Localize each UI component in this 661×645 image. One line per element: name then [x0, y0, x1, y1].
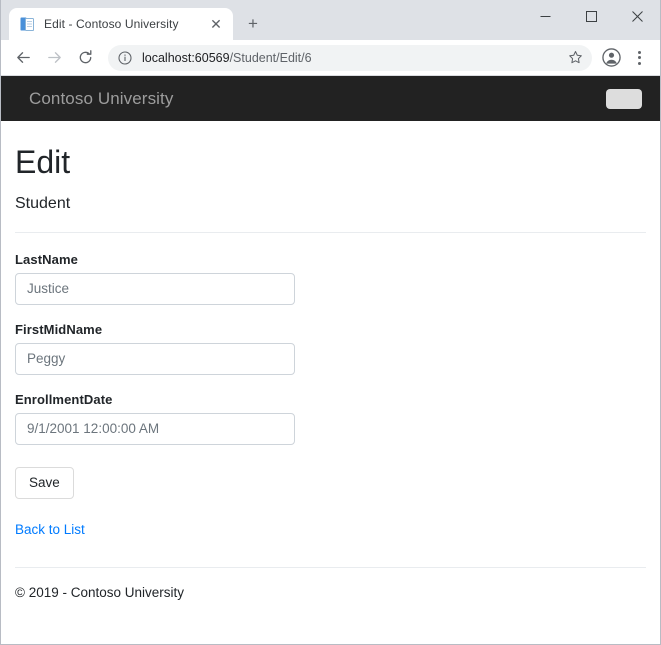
close-window-button[interactable]	[614, 0, 660, 32]
back-icon[interactable]	[9, 44, 37, 72]
browser-toolbar: localhost:60569/Student/Edit/6	[1, 40, 660, 76]
input-enrollmentdate[interactable]	[15, 413, 295, 445]
reload-icon[interactable]	[71, 44, 99, 72]
site-info-icon[interactable]	[117, 50, 133, 66]
input-firstmidname[interactable]	[15, 343, 295, 375]
input-lastname[interactable]	[15, 273, 295, 305]
window-controls	[522, 0, 660, 32]
maximize-button[interactable]	[568, 0, 614, 32]
save-button[interactable]: Save	[15, 467, 74, 500]
tab-close-icon[interactable]: ✕	[207, 15, 225, 33]
page-subtitle: Student	[15, 194, 646, 213]
page-viewport: Contoso University Edit Student LastName…	[1, 76, 660, 644]
browser-window: Edit - Contoso University ✕ +	[0, 0, 661, 645]
form-group-lastname: LastName	[15, 252, 646, 305]
back-to-list-link[interactable]: Back to List	[15, 522, 85, 537]
minimize-button[interactable]	[522, 0, 568, 32]
three-dot-menu-icon[interactable]	[626, 45, 652, 71]
navbar-toggler-button[interactable]	[606, 89, 642, 109]
footer-divider	[15, 567, 646, 568]
site-navbar: Contoso University	[1, 76, 660, 121]
label-lastname: LastName	[15, 252, 646, 267]
profile-avatar-icon[interactable]	[598, 45, 624, 71]
url-path: /Student/Edit/6	[230, 51, 312, 65]
heading-divider	[15, 232, 646, 233]
label-firstmidname: FirstMidName	[15, 322, 646, 337]
url-host: localhost:60569	[142, 51, 230, 65]
forward-icon	[40, 44, 68, 72]
document-favicon-icon	[19, 16, 35, 32]
browser-tab[interactable]: Edit - Contoso University ✕	[9, 8, 233, 40]
tab-title: Edit - Contoso University	[44, 17, 207, 31]
page-title: Edit	[15, 143, 646, 181]
tab-strip: Edit - Contoso University ✕ +	[1, 0, 660, 40]
navbar-brand[interactable]: Contoso University	[29, 89, 173, 109]
menu-dots	[638, 51, 641, 65]
edit-student-form: LastName FirstMidName EnrollmentDate Sav…	[15, 252, 646, 500]
form-group-enrollmentdate: EnrollmentDate	[15, 392, 646, 445]
save-button-row: Save	[15, 445, 646, 500]
page-container: Edit Student LastName FirstMidName Enrol…	[1, 143, 660, 600]
url-text: localhost:60569/Student/Edit/6	[142, 51, 564, 65]
new-tab-button[interactable]: +	[239, 10, 267, 38]
address-bar[interactable]: localhost:60569/Student/Edit/6	[108, 45, 592, 71]
form-group-firstmidname: FirstMidName	[15, 322, 646, 375]
footer-copyright: © 2019 - Contoso University	[15, 585, 646, 600]
bookmark-star-icon[interactable]	[564, 47, 586, 69]
label-enrollmentdate: EnrollmentDate	[15, 392, 646, 407]
